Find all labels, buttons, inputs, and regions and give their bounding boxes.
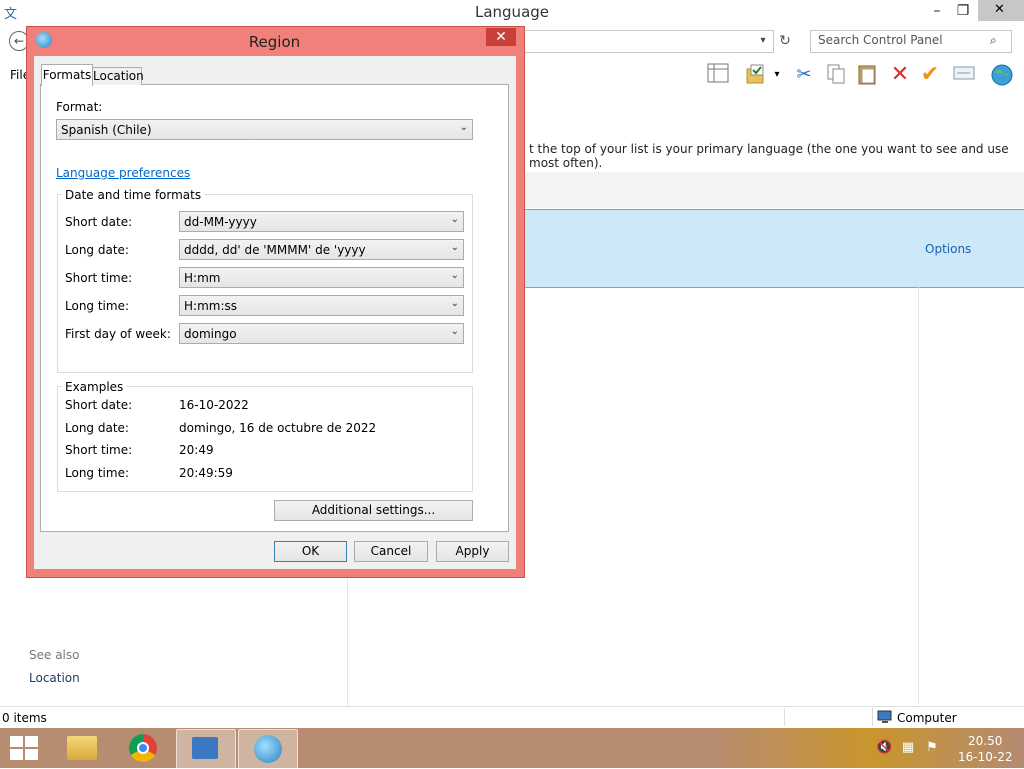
language-description: t the top of your list is your primary l… — [529, 142, 1009, 170]
long-date-select[interactable]: dddd, dd' de 'MMMM' de 'yyyy ⌄ — [179, 239, 464, 260]
first-day-select[interactable]: domingo ⌄ — [179, 323, 464, 344]
delete-icon[interactable]: ✕ — [888, 63, 912, 87]
example-long-time-value: 20:49:59 — [179, 466, 233, 480]
chevron-down-icon: ⌄ — [450, 242, 459, 253]
status-bar — [0, 706, 1024, 729]
tab-location[interactable]: Location — [92, 67, 144, 85]
examples-title: Examples — [62, 380, 127, 394]
long-date-label: Long date: — [65, 243, 129, 257]
long-date-value: dddd, dd' de 'MMMM' de 'yyyy — [184, 243, 366, 257]
long-time-select[interactable]: H:mm:ss ⌄ — [179, 295, 464, 316]
example-long-date-label: Long date: — [65, 421, 129, 435]
example-short-date-value: 16-10-2022 — [179, 398, 249, 412]
date-time-formats-title: Date and time formats — [62, 188, 205, 202]
control-panel-icon — [192, 737, 218, 759]
close-icon: ✕ — [994, 2, 1005, 17]
chrome-icon — [129, 734, 157, 762]
paste-icon[interactable] — [856, 63, 880, 87]
folder-check-icon[interactable] — [744, 63, 768, 87]
see-also-heading: See also — [29, 648, 80, 662]
dialog-title: Region — [248, 33, 301, 51]
status-computer-label: Computer — [897, 711, 957, 725]
short-date-select[interactable]: dd-MM-yyyy ⌄ — [179, 211, 464, 232]
tab-formats[interactable]: Formats — [41, 64, 93, 86]
folder-icon — [67, 736, 97, 760]
ok-button[interactable]: OK — [274, 541, 347, 562]
first-day-value: domingo — [184, 327, 237, 341]
status-separator — [872, 708, 873, 726]
region-globe-icon — [254, 735, 282, 763]
long-time-label: Long time: — [65, 299, 130, 313]
cancel-button[interactable]: Cancel — [354, 541, 428, 562]
pane-divider — [347, 576, 348, 706]
example-short-time-value: 20:49 — [179, 443, 214, 457]
short-time-value: H:mm — [184, 271, 221, 285]
search-icon[interactable]: ⌕ — [990, 33, 1004, 47]
short-time-label: Short time: — [65, 271, 133, 285]
chevron-down-icon: ⌄ — [450, 298, 459, 309]
dialog-close-button[interactable]: ✕ — [486, 28, 516, 46]
copy-icon[interactable] — [824, 63, 848, 87]
first-day-label: First day of week: — [65, 327, 171, 341]
chevron-down-icon: ⌄ — [450, 270, 459, 281]
short-time-select[interactable]: H:mm ⌄ — [179, 267, 464, 288]
clock-date: 16-10-22 — [958, 750, 1013, 764]
additional-settings-button[interactable]: Additional settings... — [274, 500, 473, 521]
properties-icon[interactable] — [952, 63, 976, 87]
taskbar-chrome[interactable] — [114, 729, 172, 767]
window-title: Language — [474, 3, 550, 21]
example-short-date-label: Short date: — [65, 398, 133, 412]
short-date-value: dd-MM-yyyy — [184, 215, 257, 229]
close-button[interactable]: ✕ — [978, 0, 1024, 21]
layout-icon[interactable] — [706, 63, 730, 87]
format-label: Format: — [56, 100, 103, 114]
tray-clock[interactable]: 20.50 16-10-22 — [958, 733, 1012, 765]
chevron-down-icon[interactable]: ▾ — [770, 63, 784, 87]
action-center-icon[interactable]: ⚑ — [924, 740, 940, 756]
taskbar-file-explorer[interactable] — [52, 729, 110, 767]
checkmark-icon[interactable]: ✔ — [918, 63, 942, 87]
volume-muted-icon[interactable]: 🔇 — [876, 740, 892, 756]
app-icon: 文 — [4, 7, 18, 22]
refresh-button[interactable]: ↻ — [776, 32, 794, 50]
address-bar[interactable] — [520, 30, 774, 53]
globe-icon[interactable] — [990, 63, 1014, 87]
clock-time: 20.50 — [968, 734, 1003, 748]
options-link[interactable]: Options — [925, 242, 971, 256]
maximize-button[interactable]: ❐ — [948, 0, 978, 22]
example-short-time-label: Short time: — [65, 443, 133, 457]
location-link[interactable]: Location — [29, 671, 80, 685]
long-time-value: H:mm:ss — [184, 299, 237, 313]
column-divider — [918, 287, 919, 705]
language-preferences-link[interactable]: Language preferences — [56, 166, 190, 180]
apply-button[interactable]: Apply — [436, 541, 509, 562]
taskbar-region[interactable] — [238, 729, 298, 769]
cut-icon[interactable]: ✂ — [792, 63, 816, 87]
network-icon[interactable]: ▦ — [900, 740, 916, 756]
list-header-band — [520, 172, 1024, 208]
format-select[interactable]: Spanish (Chile) ⌄ — [56, 119, 473, 140]
example-long-date-value: domingo, 16 de octubre de 2022 — [179, 421, 377, 435]
start-button[interactable] — [6, 734, 40, 762]
status-item-count: 0 items — [2, 711, 47, 725]
chevron-down-icon: ⌄ — [450, 326, 459, 337]
taskbar-control-panel[interactable] — [176, 729, 236, 769]
example-long-time-label: Long time: — [65, 466, 130, 480]
status-separator — [784, 708, 785, 726]
address-dropdown-button[interactable]: ▾ — [756, 30, 770, 51]
short-date-label: Short date: — [65, 215, 133, 229]
close-icon: ✕ — [495, 29, 507, 45]
chevron-down-icon: ⌄ — [450, 214, 459, 225]
search-placeholder: Search Control Panel — [818, 33, 943, 47]
chevron-down-icon: ⌄ — [459, 122, 468, 133]
format-select-value: Spanish (Chile) — [61, 123, 152, 137]
computer-icon — [877, 710, 893, 724]
